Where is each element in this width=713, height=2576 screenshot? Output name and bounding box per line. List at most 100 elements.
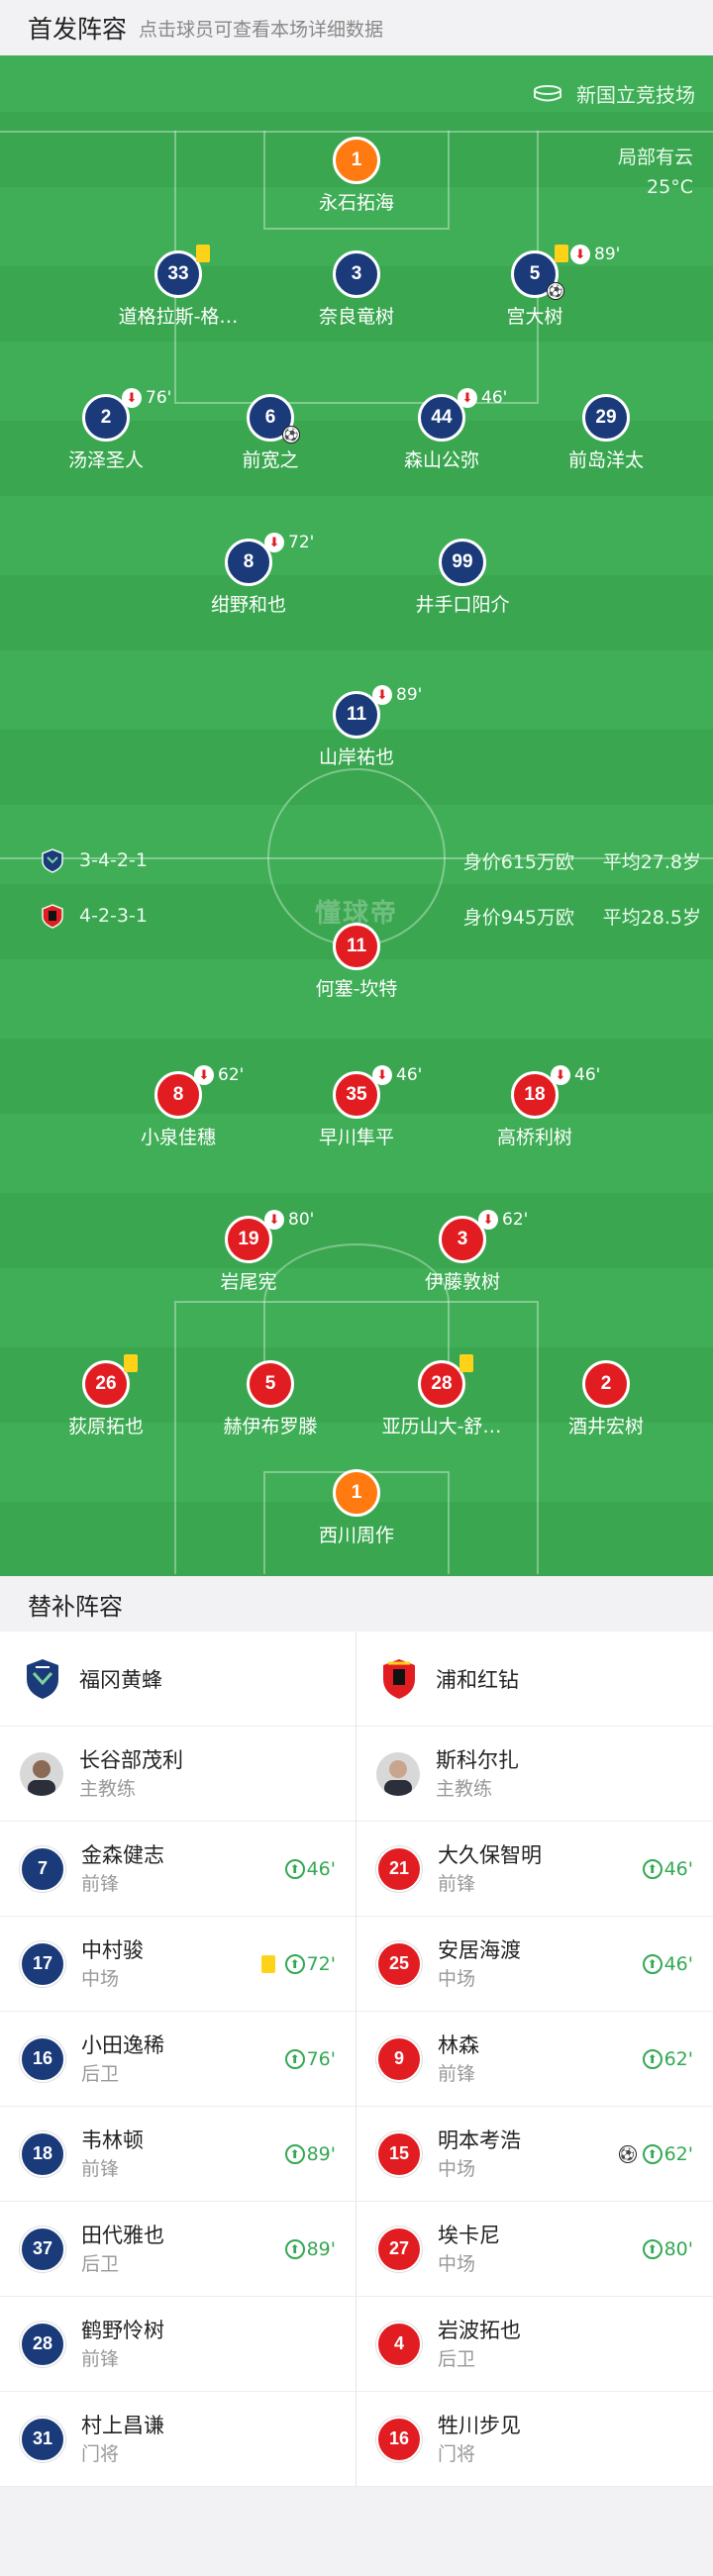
sub-on-minute: 76' — [306, 2047, 336, 2070]
sub-name: 鹤野怜树 — [81, 2318, 164, 2342]
yellow-card-icon — [260, 1954, 275, 1973]
sub-row[interactable]: 17 中村骏 中场 ⬆ 72' — [0, 1917, 356, 2012]
sub-row[interactable]: 7 金森健志 前锋 ⬆ 46' — [0, 1822, 356, 1917]
sub-name: 埃卡尼 — [438, 2223, 500, 2247]
sub-on-minute: 46' — [663, 1952, 693, 1975]
player-name: 早川隼平 — [318, 1127, 394, 1148]
sub-row[interactable]: 15 明本考浩 中场 ⚽ ⬆ 62' — [356, 2107, 713, 2202]
sub-row[interactable]: 28 鹤野怜树 前锋 — [0, 2297, 356, 2392]
player-home-11[interactable]: 11 ⬇ 89' 山岸祐也 — [257, 685, 456, 769]
sub-on-icon: ⬆ — [642, 2238, 662, 2259]
goal-ball-icon: ⚽ — [618, 2144, 637, 2163]
player-name: 前宽之 — [242, 449, 299, 471]
player-home-3[interactable]: 3 奈良竜树 — [257, 250, 456, 329]
player-away-11[interactable]: 11 何塞-坎特 — [257, 923, 456, 1001]
lineup-header: 首发阵容 点击球员可查看本场详细数据 — [0, 0, 713, 55]
sub-row[interactable]: 16 小田逸稀 后卫 ⬆ 76' — [0, 2012, 356, 2107]
yellow-card-icon — [196, 245, 210, 262]
sub-position: 中场 — [438, 2252, 476, 2275]
sub-position: 前锋 — [81, 2157, 120, 2180]
sub-row[interactable]: 4 岩波拓也 后卫 — [356, 2297, 713, 2392]
player-away-5[interactable]: 5 赫伊布罗滕 — [171, 1360, 369, 1438]
footer-spacer — [0, 2487, 713, 2576]
home-team-summary: 3-4-2-1 身价615万欧 平均27.8岁 — [0, 843, 713, 877]
person-icon — [384, 1759, 412, 1796]
home-team-row[interactable]: 福冈黄蜂 — [0, 1632, 356, 1727]
sub-row[interactable]: 25 安居海渡 中场 ⬆ 46' — [356, 1917, 713, 2012]
sub-name: 牲川步见 — [438, 2413, 521, 2437]
player-away-gk[interactable]: 1 西川周作 — [257, 1469, 456, 1547]
sub-name: 韦林顿 — [81, 2128, 144, 2152]
player-away-3[interactable]: 3 ⬇ 62' 伊藤敦树 — [363, 1210, 561, 1294]
substitution-badge: ⬇ 46' — [551, 1065, 600, 1085]
player-home-99[interactable]: 99 井手口阳介 — [363, 539, 561, 617]
sub-row[interactable]: 21 大久保智明 前锋 ⬆ 46' — [356, 1822, 713, 1917]
sub-row[interactable]: 37 田代雅也 后卫 ⬆ 89' — [0, 2202, 356, 2297]
coach-avatar — [20, 1751, 63, 1796]
away-value: 身价945万欧 — [462, 906, 574, 929]
urawa-crest-icon — [383, 1658, 415, 1699]
player-home-8[interactable]: 8 ⬇ 72' 绀野和也 — [150, 533, 348, 617]
away-coach-row[interactable]: 斯科尔扎 主教练 — [356, 1727, 713, 1822]
sub-off-icon: ⬇ — [570, 245, 590, 264]
sub-minute: 89' — [396, 685, 423, 705]
player-away-35[interactable]: 35 ⬇ 46' 早川隼平 — [257, 1065, 456, 1149]
subs-panel: 福冈黄蜂 长谷部茂利 主教练 7 金森健志 前锋 ⬆ 46' 17 中村骏 中场 ⬆ 7… — [0, 1632, 713, 2487]
player-home-29[interactable]: 29 前岛洋太 — [507, 394, 705, 472]
player-home-5[interactable]: 5 ⬇ 89' ⚽ 宫大树 — [436, 245, 634, 329]
sub-row[interactable]: 16 牲川步见 门将 — [356, 2392, 713, 2487]
player-name: 山岸祐也 — [318, 746, 394, 768]
player-away-2[interactable]: 2 酒井宏树 — [507, 1360, 705, 1438]
sub-row[interactable]: 27 埃卡尼 中场 ⬆ 80' — [356, 2202, 713, 2297]
lineup-title: 首发阵容 — [28, 15, 128, 44]
sub-off-icon: ⬇ — [551, 1065, 570, 1085]
sub-number: 21 — [376, 1845, 422, 1892]
sub-number: 15 — [376, 2130, 422, 2177]
player-away-19[interactable]: 19 ⬇ 80' 岩尾宪 — [150, 1210, 348, 1294]
sub-row[interactable]: 9 林森 前锋 ⬆ 62' — [356, 2012, 713, 2107]
home-formation: 3-4-2-1 — [79, 849, 148, 871]
yellow-card-icon — [555, 245, 568, 262]
player-number: 5 — [247, 1360, 294, 1408]
sub-on-minute: 89' — [306, 2142, 336, 2165]
substitution-badge: ⬇ 46' — [372, 1065, 422, 1085]
sub-off-icon: ⬇ — [194, 1065, 214, 1085]
sub-name: 金森健志 — [81, 1842, 164, 1867]
sub-name: 中村骏 — [81, 1937, 144, 1962]
sub-on-minute: 72' — [306, 1952, 336, 1975]
away-team-row[interactable]: 浦和红钻 — [356, 1632, 713, 1727]
sub-name: 安居海渡 — [438, 1937, 521, 1962]
sub-on-icon: ⬆ — [642, 1858, 662, 1879]
substitution-badge: ⬇ 76' — [122, 388, 171, 408]
sub-on-icon: ⬆ — [642, 2048, 662, 2069]
sub-off-icon: ⬇ — [264, 1210, 284, 1230]
player-name: 永石拓海 — [318, 192, 394, 214]
player-home-gk[interactable]: 1 永石拓海 — [257, 137, 456, 215]
sub-on-minute: 80' — [663, 2237, 693, 2260]
home-coach-row[interactable]: 长谷部茂利 主教练 — [0, 1727, 356, 1822]
substitution-badge: ⬇ 89' — [372, 685, 422, 705]
sub-minute: 76' — [146, 388, 172, 408]
sub-number: 37 — [20, 2226, 65, 2272]
pitch-stripe — [0, 575, 713, 650]
player-home-6[interactable]: 6 ⚽ 前宽之 — [171, 394, 369, 472]
away-avg-age: 平均28.5岁 — [602, 906, 701, 929]
sub-name: 明本考浩 — [438, 2128, 521, 2152]
sub-name: 田代雅也 — [81, 2223, 164, 2247]
player-name: 赫伊布罗滕 — [223, 1416, 318, 1437]
sub-name: 林森 — [438, 2032, 479, 2057]
sub-off-icon: ⬇ — [372, 1065, 392, 1085]
sub-minute: 46' — [574, 1065, 601, 1085]
fukuoka-crest-icon — [42, 848, 63, 873]
player-name: 前岛洋太 — [567, 449, 644, 471]
player-home-33[interactable]: 33 道格拉斯-格… — [79, 245, 277, 329]
player-number: 11 — [333, 923, 380, 970]
sub-minute: 62' — [502, 1210, 529, 1230]
player-name: 小泉佳穗 — [140, 1127, 216, 1148]
sub-number: 7 — [20, 1845, 65, 1892]
coach-role: 主教练 — [436, 1777, 493, 1800]
sub-row[interactable]: 31 村上昌谦 门将 — [0, 2392, 356, 2487]
sub-row[interactable]: 18 韦林顿 前锋 ⬆ 89' — [0, 2107, 356, 2202]
player-away-8[interactable]: 8 ⬇ 62' 小泉佳穗 — [79, 1065, 277, 1149]
player-away-18[interactable]: 18 ⬇ 46' 高桥利树 — [436, 1065, 634, 1149]
